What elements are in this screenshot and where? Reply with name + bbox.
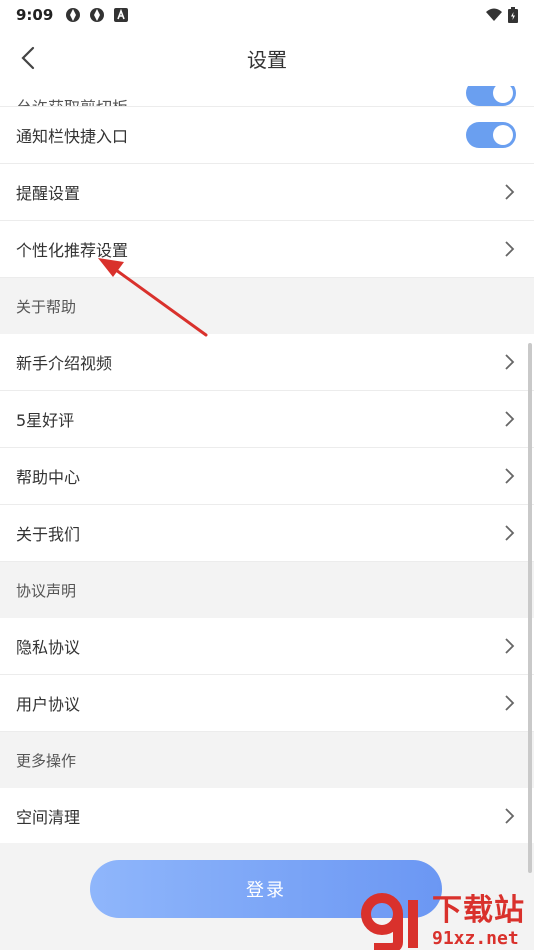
page-title: 设置 xyxy=(247,47,287,72)
chevron-right-icon xyxy=(505,638,515,654)
chevron-right-icon xyxy=(505,241,515,257)
about-us-row[interactable]: 关于我们 xyxy=(0,505,534,562)
row-label: 空间清理 xyxy=(16,808,81,827)
watermark-logo xyxy=(361,893,418,950)
status-bar: 9:09 xyxy=(0,0,534,30)
clear-storage-row[interactable]: 空间清理 xyxy=(0,788,534,843)
app-icon xyxy=(66,8,81,22)
intro-video-row[interactable]: 新手介绍视频 xyxy=(0,334,534,391)
watermark-url: 91xz.net xyxy=(432,928,519,949)
row-label: 提醒设置 xyxy=(16,184,81,203)
chevron-right-icon xyxy=(505,411,515,427)
chevron-right-icon xyxy=(505,354,515,370)
help-center-row[interactable]: 帮助中心 xyxy=(0,448,534,505)
notification-shortcut-row[interactable]: 通知栏快捷入口 xyxy=(0,107,534,164)
row-label: 允许获取剪切板 xyxy=(16,94,128,106)
section-header-more-actions: 更多操作 xyxy=(0,732,534,788)
section-label: 协议声明 xyxy=(16,581,77,600)
reminder-settings-row[interactable]: 提醒设置 xyxy=(0,164,534,221)
watermark: 下载站 91xz.net xyxy=(360,890,532,950)
row-label: 新手介绍视频 xyxy=(16,354,113,373)
chevron-right-icon xyxy=(505,468,515,484)
watermark-cn: 下载站 xyxy=(432,893,525,928)
clipboard-toggle[interactable] xyxy=(466,86,516,106)
scrollbar[interactable] xyxy=(528,343,532,873)
privacy-agreement-row[interactable]: 隐私协议 xyxy=(0,618,534,675)
row-label: 帮助中心 xyxy=(16,468,81,487)
status-right-icons xyxy=(486,7,518,23)
chevron-right-icon xyxy=(505,695,515,711)
five-star-review-row[interactable]: 5星好评 xyxy=(0,391,534,448)
section-label: 更多操作 xyxy=(16,751,77,770)
row-label: 用户协议 xyxy=(16,695,81,714)
nav-bar: 设置 xyxy=(0,30,534,86)
back-button[interactable] xyxy=(12,42,44,74)
a-icon xyxy=(114,8,129,22)
settings-list[interactable]: 允许获取剪切板 通知栏快捷入口 提醒设置 个性化推荐设置 关于帮助 新手介绍视频… xyxy=(0,86,534,843)
chevron-right-icon xyxy=(505,808,515,824)
notification-shortcut-toggle[interactable] xyxy=(466,122,516,148)
watermark-text: 下载站 91xz.net xyxy=(432,894,525,950)
status-left-icons xyxy=(65,7,129,23)
row-label: 关于我们 xyxy=(16,525,81,544)
toggle-knob xyxy=(493,86,513,103)
app-icon xyxy=(90,8,105,22)
battery-icon xyxy=(508,7,518,23)
toggle-knob xyxy=(493,125,513,145)
section-label: 关于帮助 xyxy=(16,297,77,316)
clipboard-permission-row[interactable]: 允许获取剪切板 xyxy=(0,86,534,107)
status-time: 9:09 xyxy=(16,6,54,24)
login-label: 登录 xyxy=(246,880,286,901)
user-agreement-row[interactable]: 用户协议 xyxy=(0,675,534,732)
section-header-agreements: 协议声明 xyxy=(0,562,534,618)
row-label: 通知栏快捷入口 xyxy=(16,127,129,146)
wifi-icon xyxy=(486,8,502,21)
chevron-right-icon xyxy=(505,525,515,541)
personalized-recommendation-row[interactable]: 个性化推荐设置 xyxy=(0,221,534,278)
row-label: 5星好评 xyxy=(16,411,75,430)
chevron-left-icon xyxy=(21,46,35,70)
section-header-about-help: 关于帮助 xyxy=(0,278,534,334)
row-label: 隐私协议 xyxy=(16,638,81,657)
chevron-right-icon xyxy=(505,184,515,200)
row-label: 个性化推荐设置 xyxy=(16,241,129,260)
